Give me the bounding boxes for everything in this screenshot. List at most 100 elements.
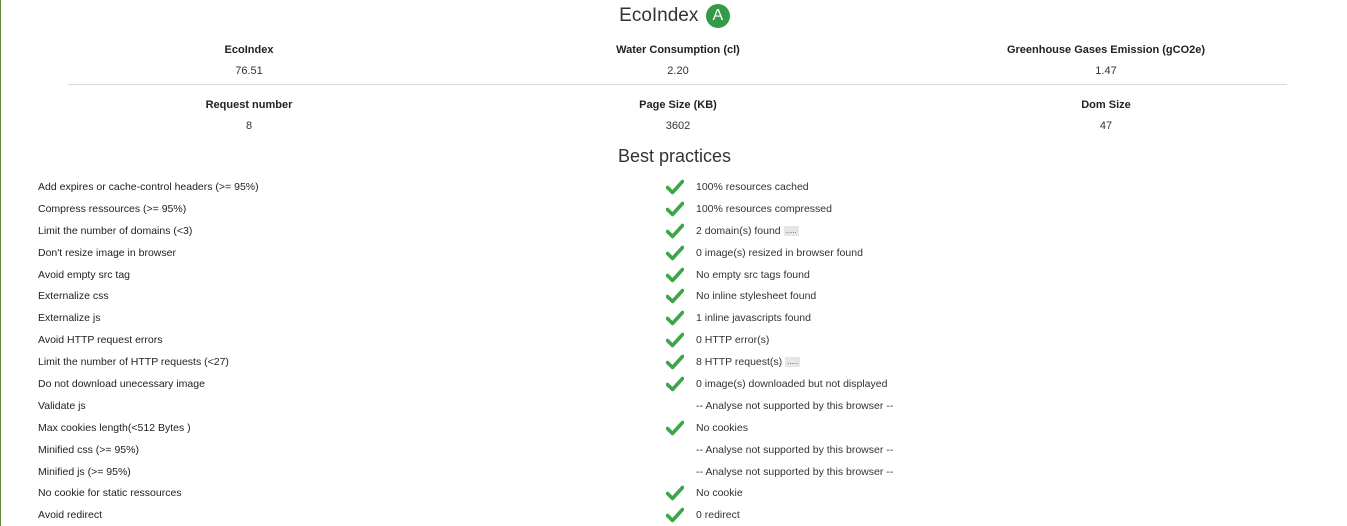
practice-result: 0 HTTP error(s) — [696, 334, 769, 346]
metric-value: 3602 — [665, 120, 691, 132]
practice-name: Do not download unecessary image — [38, 378, 205, 391]
check-icon — [666, 201, 684, 217]
practice-result-text: 100% resources cached — [696, 181, 809, 193]
practice-result: 2 domain(s) found..... — [696, 225, 799, 237]
metric-water: Water Consumption (cl) 2.20 — [478, 44, 878, 77]
practice-name: Compress ressources (>= 95%) — [38, 202, 187, 215]
metric-label: Greenhouse Gases Emission (gCO2e) — [1006, 44, 1206, 56]
practice-name: Avoid HTTP request errors — [38, 334, 163, 347]
practice-result-text: No empty src tags found — [696, 268, 810, 281]
metric-label: Water Consumption (cl) — [616, 44, 740, 56]
page-title: EcoIndex — [619, 5, 699, 26]
practice-row: Do not download unecessary image 0 image(… — [1, 374, 1347, 396]
check-icon — [666, 179, 684, 195]
practice-name: Validate js — [38, 399, 86, 412]
practice-name: Minified css (>= 95%) — [38, 443, 139, 456]
check-icon — [666, 508, 684, 523]
practice-result: 100% resources cached — [696, 181, 809, 193]
check-icon — [666, 420, 684, 436]
check-icon — [666, 486, 684, 501]
practice-result-text: 0 image(s) resized in browser found — [696, 246, 863, 259]
practice-result-text: 1 inline javascripts found — [696, 312, 811, 325]
practice-result-text: 100% resources compressed — [696, 202, 832, 215]
details-link[interactable]: ..... — [785, 357, 801, 368]
practice-name: Minified js (>= 95%) — [38, 465, 131, 478]
practice-result: -- Analyse not supported by this browser… — [696, 444, 893, 456]
practice-name: Avoid redirect — [38, 509, 103, 522]
metric-label: Request number — [205, 99, 293, 111]
metric-dom-size: Dom Size 47 — [906, 99, 1306, 132]
practice-result: -- Analyse not supported by this browser… — [696, 466, 893, 478]
practice-row: Don't resize image in browser 0 image(s) … — [1, 243, 1347, 265]
check-icon — [666, 223, 684, 239]
practice-row: Externalize css No inline stylesheet foun… — [1, 286, 1347, 308]
metric-page-size: Page Size (KB) 3602 — [478, 99, 878, 132]
practice-name: Limit the number of HTTP requests (<27) — [38, 356, 229, 369]
practice-row: Compress ressources (>= 95%) 100% resourc… — [1, 199, 1347, 221]
best-practices-list: Add expires or cache-control headers (>=… — [1, 177, 1347, 526]
metric-requests: Request number 8 — [49, 99, 449, 132]
metric-ecoindex: EcoIndex 76.51 — [49, 44, 449, 77]
practice-result: 1 inline javascripts found — [696, 312, 811, 324]
practice-row: Limit the number of domains (<3) 2 domain… — [1, 221, 1347, 243]
practice-name: Externalize css — [38, 290, 109, 303]
practice-row: No cookie for static ressources No cookie — [1, 483, 1347, 505]
metric-label: Page Size (KB) — [639, 99, 717, 111]
practice-result-text: -- Analyse not supported by this browser… — [696, 399, 894, 412]
practice-row: Max cookies length(<512 Bytes ) No cookie… — [1, 418, 1347, 440]
practice-result: 8 HTTP request(s)..... — [696, 356, 801, 369]
check-icon — [666, 376, 684, 392]
practice-result: No cookie — [696, 487, 743, 499]
practice-name: Add expires or cache-control headers (>=… — [38, 181, 259, 193]
practice-result-text: No cookie — [696, 487, 743, 500]
practice-row: Validate js -- Analyse not supported by t… — [1, 396, 1347, 418]
practice-row: Limit the number of HTTP requests (<27) 8… — [1, 352, 1347, 374]
practice-result-text: -- Analyse not supported by this browser… — [696, 443, 894, 456]
practice-result: No inline stylesheet found — [696, 290, 816, 302]
ecoindex-report: EcoIndex A EcoIndex 76.51 Water Consumpt… — [0, 0, 1347, 526]
metric-value: 2.20 — [667, 65, 689, 77]
practice-name: Don't resize image in browser — [38, 246, 176, 259]
metric-value: 76.51 — [235, 65, 263, 77]
practice-row: Minified css (>= 95%) -- Analyse not supp… — [1, 440, 1347, 462]
check-icon — [666, 267, 684, 282]
check-icon — [666, 289, 684, 304]
practice-result-text: 2 domain(s) found — [696, 224, 781, 237]
practice-result: -- Analyse not supported by this browser… — [696, 400, 893, 412]
practice-result-text: 0 redirect — [696, 509, 740, 522]
grade-badge: A — [705, 4, 730, 28]
best-practices-title: Best practices — [617, 146, 732, 166]
metrics-divider — [68, 84, 1287, 85]
practice-result-text: 0 image(s) downloaded but not displayed — [696, 378, 888, 391]
metric-value: 1.47 — [1095, 65, 1117, 77]
practice-row: Externalize js 1 inline javascripts found — [1, 308, 1347, 330]
practice-row: Avoid empty src tag No empty src tags fou… — [1, 265, 1347, 287]
check-icon — [666, 311, 684, 326]
check-icon — [666, 332, 684, 348]
details-link[interactable]: ..... — [783, 226, 799, 236]
practice-result: No cookies — [696, 422, 748, 434]
practice-result: 0 image(s) resized in browser found — [696, 247, 863, 259]
practice-row: Avoid HTTP request errors 0 HTTP error(s) — [1, 330, 1347, 352]
metric-label: EcoIndex — [224, 44, 274, 56]
practice-result-text: No cookies — [696, 421, 748, 434]
practice-row: Minified js (>= 95%) -- Analyse not suppo… — [1, 462, 1347, 484]
practice-result-text: No inline stylesheet found — [696, 290, 817, 303]
practice-name: No cookie for static ressources — [38, 487, 182, 500]
practice-result: 0 redirect — [696, 509, 740, 521]
practice-name: Max cookies length(<512 Bytes ) — [38, 421, 191, 434]
metric-value: 8 — [245, 120, 253, 132]
metric-label: Dom Size — [1081, 99, 1131, 111]
practice-row: Avoid redirect 0 redirect — [1, 505, 1347, 526]
metric-value: 47 — [1099, 120, 1113, 132]
check-icon — [666, 354, 684, 370]
check-icon — [666, 245, 684, 260]
practice-name: Externalize js — [38, 312, 101, 325]
metric-ghg: Greenhouse Gases Emission (gCO2e) 1.47 — [906, 44, 1306, 77]
practice-row: Add expires or cache-control headers (>=… — [1, 177, 1347, 199]
practice-result-text: 8 HTTP request(s) — [696, 356, 783, 369]
practice-result: 0 image(s) downloaded but not displayed — [696, 378, 887, 390]
practice-name: Avoid empty src tag — [38, 268, 131, 281]
practice-name: Limit the number of domains (<3) — [38, 224, 193, 237]
practice-result-text: 0 HTTP error(s) — [696, 334, 770, 347]
